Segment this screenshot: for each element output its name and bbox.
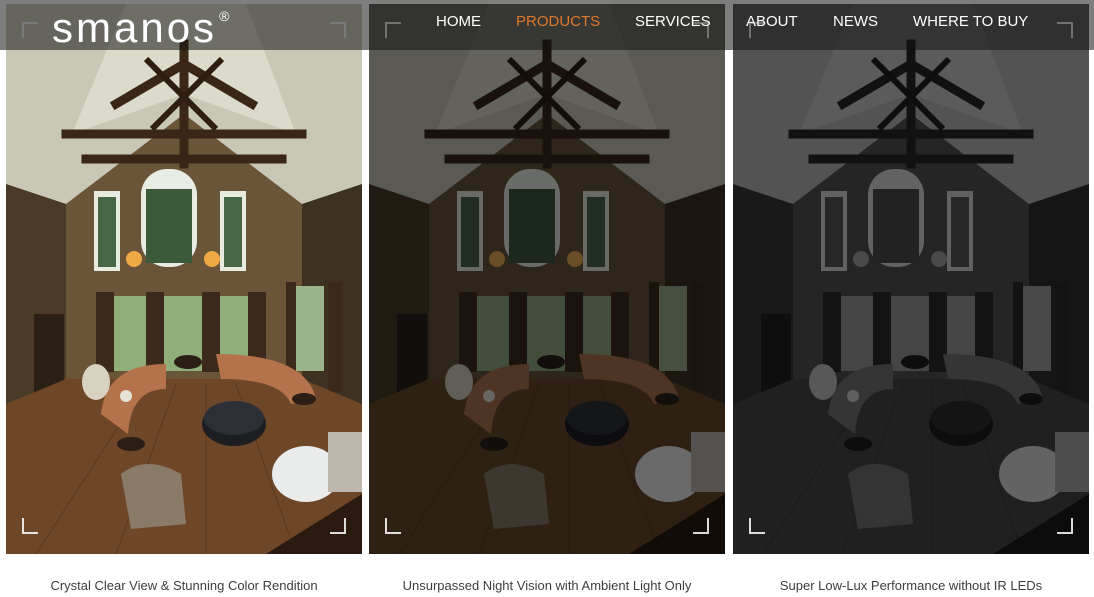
frame-corner-bl: [385, 518, 401, 534]
caption-low-lux: Super Low-Lux Performance without IR LED…: [779, 578, 1043, 593]
living-room-photo: [733, 4, 1089, 554]
living-room-photo: [6, 4, 362, 554]
nav-home[interactable]: HOME: [436, 13, 481, 31]
nav-where-to-buy[interactable]: WHERE TO BUY: [913, 13, 1028, 31]
frame-corner-br: [330, 518, 346, 534]
caption-night-vision: Unsurpassed Night Vision with Ambient Li…: [402, 578, 692, 593]
caption-color-view: Crystal Clear View & Stunning Color Rend…: [50, 578, 318, 593]
living-room-photo: [369, 4, 725, 554]
nav-about[interactable]: ABOUT: [746, 13, 798, 31]
panel-night-vision: [369, 4, 725, 554]
top-navigation-bar: smanos ® HOME PRODUCTS SERVICES ABOUT NEW…: [0, 0, 1094, 50]
panel-color-view: [6, 4, 362, 554]
nav-services[interactable]: SERVICES: [635, 13, 711, 31]
frame-corner-br: [1057, 518, 1073, 534]
frame-corner-bl: [22, 518, 38, 534]
frame-corner-br: [693, 518, 709, 534]
panel-low-lux: [733, 4, 1089, 554]
main-nav: HOME PRODUCTS SERVICES ABOUT NEWS WHERE …: [0, 13, 1094, 33]
nav-products[interactable]: PRODUCTS: [516, 13, 600, 31]
nav-news[interactable]: NEWS: [833, 13, 878, 31]
frame-corner-bl: [749, 518, 765, 534]
